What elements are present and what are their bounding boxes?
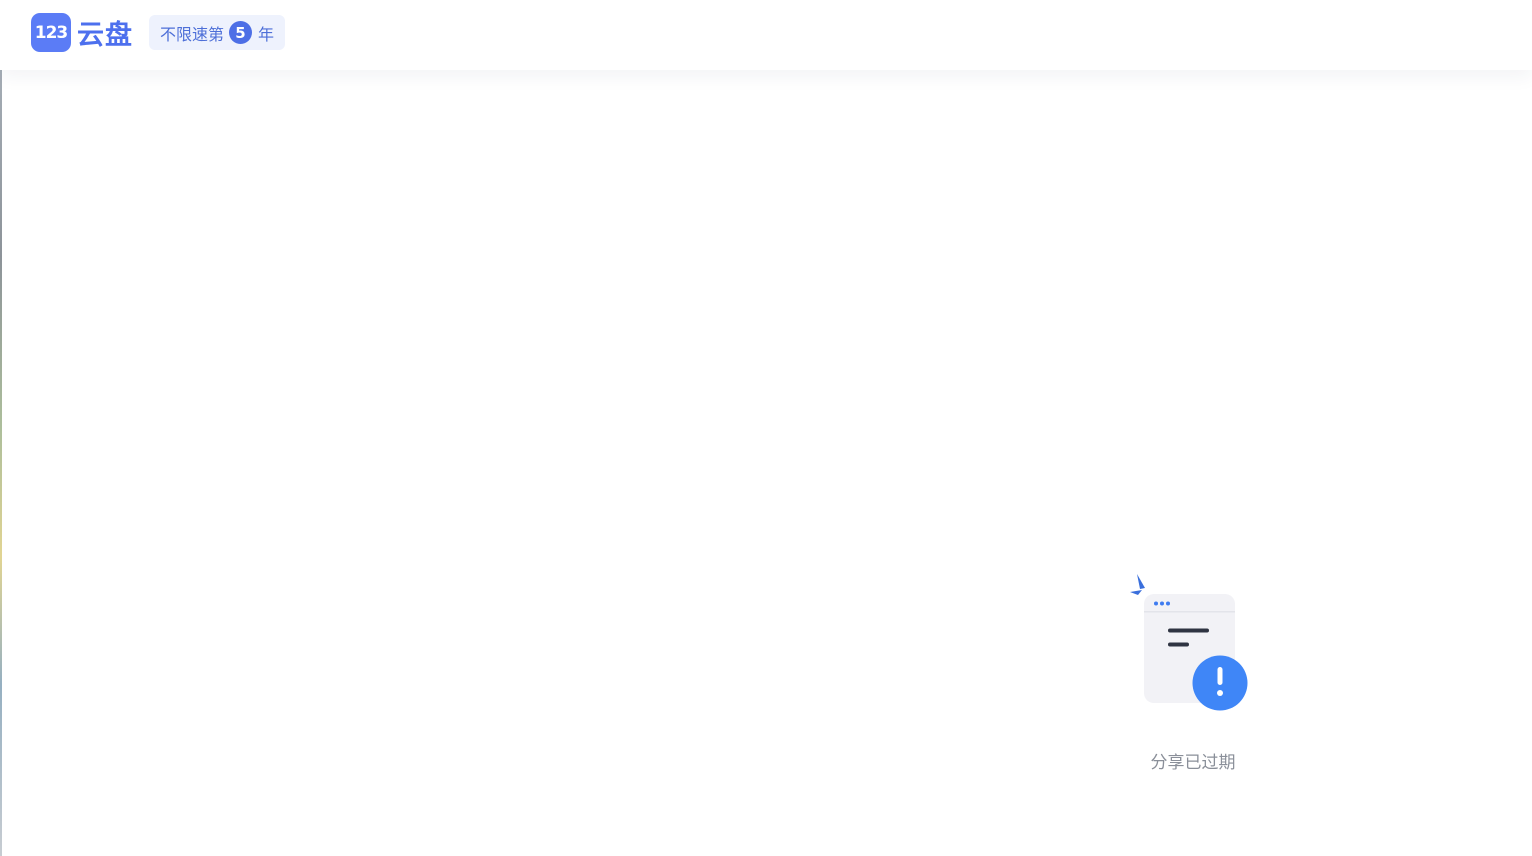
slogan-badge: 不限速第 5 年 bbox=[149, 15, 286, 50]
slogan-prefix: 不限速第 bbox=[160, 24, 225, 44]
slogan-number: 5 bbox=[229, 21, 253, 44]
page: 123 云盘 不限速第 5 年 分享已过期 bbox=[0, 0, 1532, 856]
top-header: 123 云盘 不限速第 5 年 bbox=[0, 0, 1532, 70]
empty-state bbox=[1128, 572, 1258, 714]
logo-text: 云盘 bbox=[77, 20, 133, 51]
logo-icon: 123 bbox=[31, 13, 71, 52]
logo-link[interactable]: 123 云盘 bbox=[31, 13, 133, 52]
slogan-suffix: 年 bbox=[258, 24, 275, 44]
share-expired-message: 分享已过期 bbox=[1150, 753, 1236, 773]
share-expired-icon bbox=[1130, 574, 1248, 711]
window-edge bbox=[0, 0, 2, 856]
